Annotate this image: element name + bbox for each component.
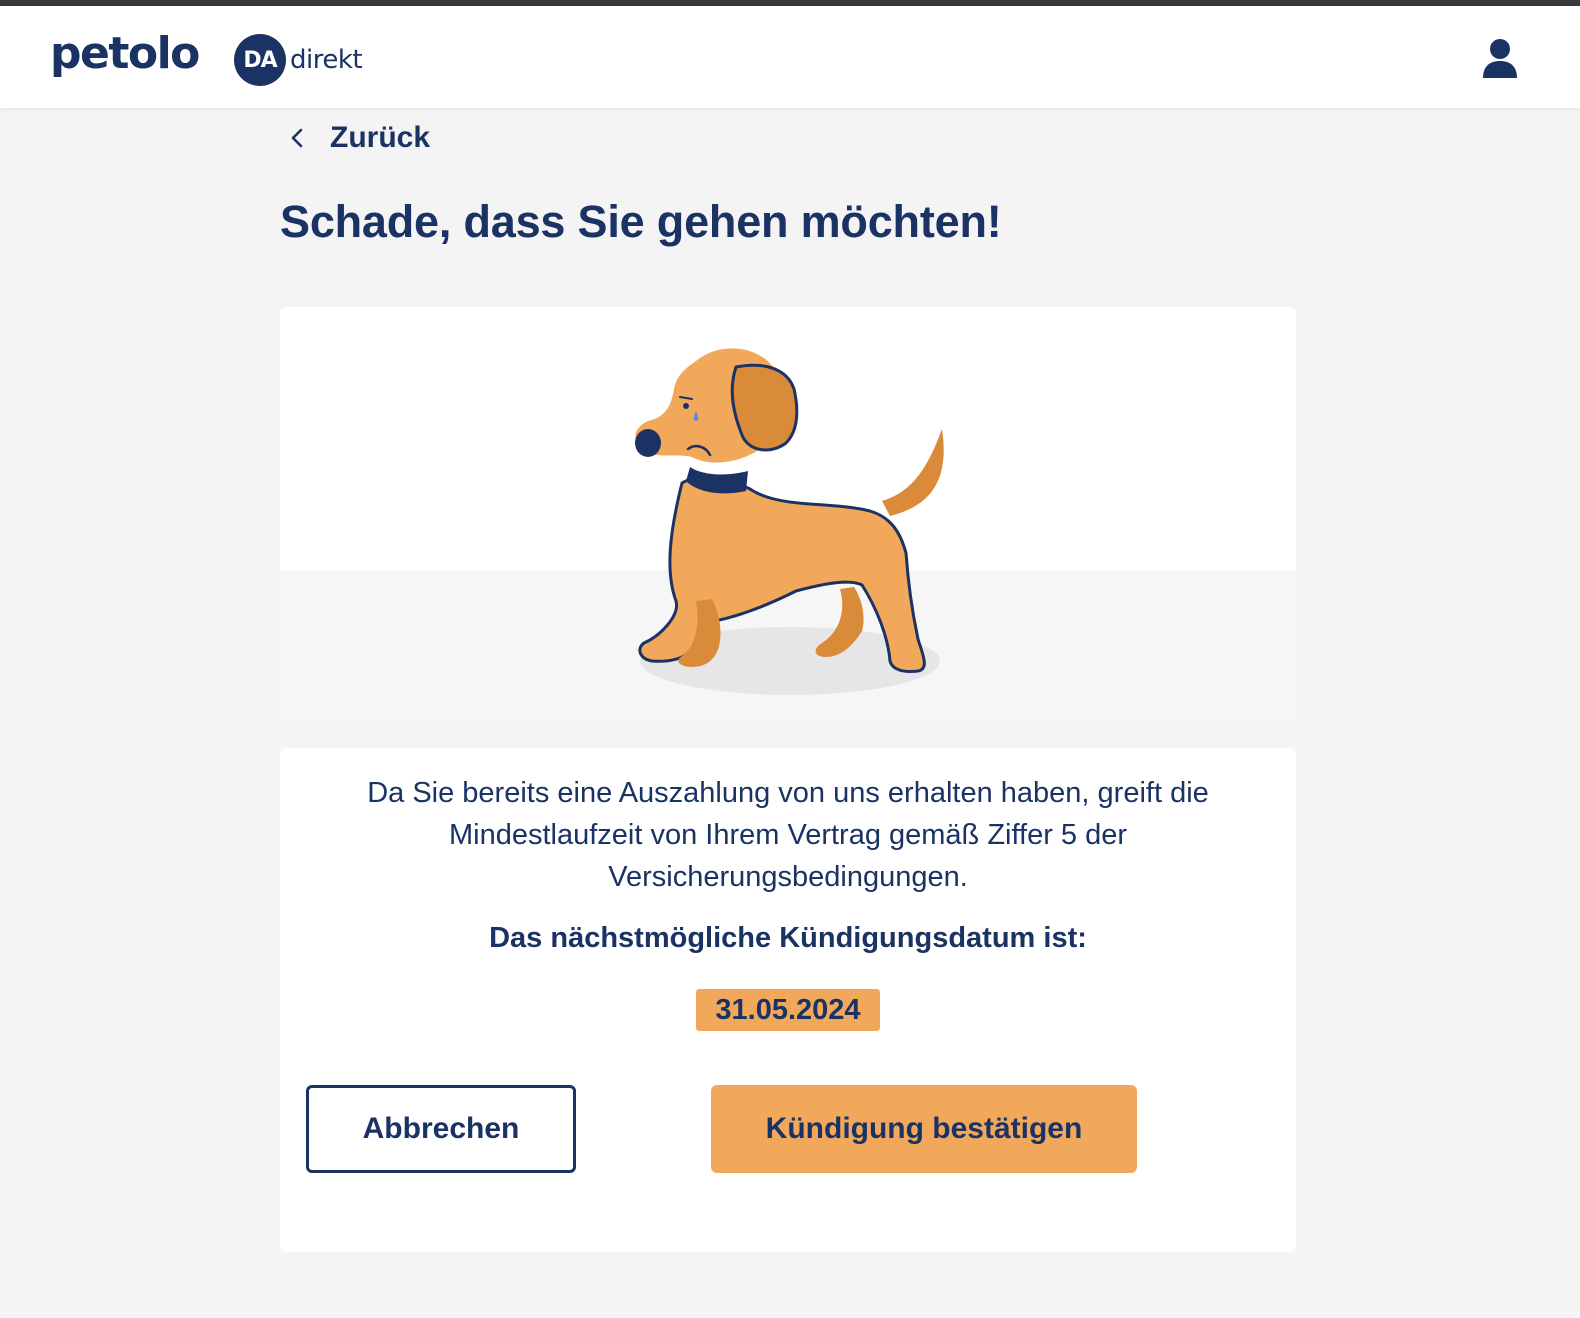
cancel-button[interactable]: Abbrechen bbox=[306, 1085, 576, 1173]
cancellation-date-badge: 31.05.2024 bbox=[696, 989, 880, 1031]
page-title: Schade, dass Sie gehen möchten! bbox=[280, 196, 1002, 247]
confirm-cancellation-button[interactable]: Kündigung bestätigen bbox=[711, 1085, 1137, 1173]
cancellation-date-label: Das nächstmögliche Kündigungsdatum ist: bbox=[489, 922, 1087, 954]
direkt-logo-word: direkt bbox=[290, 45, 363, 75]
cancellation-info-card: Da Sie bereits eine Auszahlung von uns e… bbox=[280, 748, 1296, 1252]
back-link-label: Zurück bbox=[330, 121, 431, 154]
petolo-logo[interactable]: petolo bbox=[50, 28, 200, 79]
da-logo-badge: DA bbox=[234, 34, 286, 86]
back-link[interactable]: Zurück bbox=[286, 118, 430, 158]
user-icon[interactable] bbox=[1478, 36, 1522, 80]
chevron-left-icon bbox=[291, 128, 303, 148]
site-header: petolo DA direkt bbox=[0, 6, 1580, 108]
illustration-card bbox=[280, 307, 1296, 719]
da-direkt-logo[interactable]: DA direkt bbox=[234, 34, 363, 86]
sad-dog-illustration bbox=[635, 348, 944, 695]
minimum-term-notice: Da Sie bereits eine Auszahlung von uns e… bbox=[367, 777, 1209, 893]
